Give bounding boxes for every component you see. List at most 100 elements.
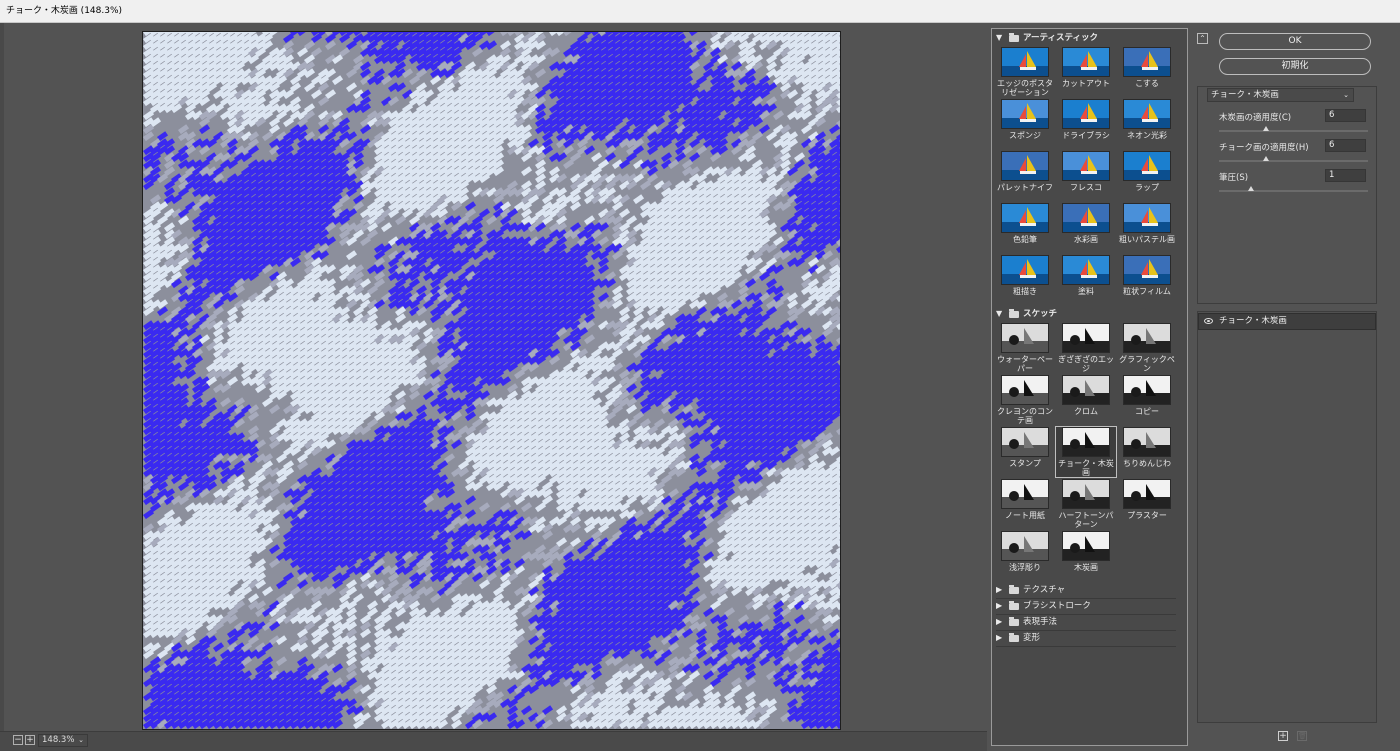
filter-thumb[interactable]: スポンジ	[995, 99, 1055, 140]
zoom-value-text: 148.3%	[42, 735, 75, 745]
delete-effect-layer-button[interactable]: 🗑	[1297, 731, 1307, 741]
filter-thumb[interactable]: こする	[1117, 47, 1177, 88]
filter-thumb[interactable]: パレットナイフ	[995, 151, 1055, 192]
sailboat-thumbnail-icon	[1062, 255, 1110, 285]
filter-thumb-label: 粗いパステル画	[1119, 235, 1175, 244]
effect-layers-panel	[1197, 311, 1377, 723]
category-4[interactable]: ▶ 表現手法	[992, 615, 1177, 629]
sailboat-thumbnail-icon	[1001, 255, 1049, 285]
category-5[interactable]: ▶ 変形	[992, 631, 1177, 645]
chalk-area-slider[interactable]	[1219, 156, 1368, 162]
filter-thumb[interactable]: 水彩画	[1056, 203, 1116, 244]
eye-icon[interactable]	[1204, 318, 1213, 324]
filter-gallery[interactable]: ▼ アーティスティックエッジのポスタリゼーション カットアウト こするスポンジ ドライブ…	[991, 28, 1188, 746]
triangle-right-icon: ▶	[996, 633, 1003, 642]
charcoal-area-slider[interactable]	[1219, 126, 1368, 132]
filter-thumb[interactable]: ラップ	[1117, 151, 1177, 192]
zoom-in-button[interactable]: +	[25, 735, 35, 745]
category-1[interactable]: ▼ スケッチ	[992, 307, 1177, 321]
zoom-out-button[interactable]: −	[13, 735, 23, 745]
filter-thumb[interactable]: ドライブラシ	[1056, 99, 1116, 140]
category-label: スケッチ	[1023, 309, 1058, 319]
category-0[interactable]: ▼ アーティスティック	[992, 31, 1177, 45]
filter-thumb[interactable]: クレヨンのコンテ画	[995, 375, 1055, 425]
collapse-gallery-button[interactable]: ⌃	[1197, 33, 1208, 44]
filter-thumb-label: ぎざぎざのエッジ	[1058, 355, 1114, 373]
filter-thumb[interactable]: ぎざぎざのエッジ	[1056, 323, 1116, 373]
stroke-pressure-label: 筆圧(S)	[1219, 173, 1249, 183]
filter-select[interactable]: チョーク・木炭画 ⌄	[1207, 88, 1354, 102]
sailboat-thumbnail-icon	[1001, 479, 1049, 509]
effect-layer-row[interactable]: チョーク・木炭画	[1198, 313, 1376, 330]
folder-icon	[1009, 309, 1019, 318]
filter-thumb[interactable]: ハーフトーンパターン	[1056, 479, 1116, 529]
filter-thumb-label: プラスター	[1127, 511, 1167, 520]
zoom-select[interactable]: 148.3% ⌄	[38, 734, 88, 747]
filter-thumb-label: ノート用紙	[1005, 511, 1045, 520]
sailboat-thumbnail-icon	[1001, 151, 1049, 181]
sailboat-thumbnail-icon	[1001, 323, 1049, 353]
slider-thumb[interactable]	[1263, 156, 1269, 161]
sailboat-thumbnail-icon	[1062, 531, 1110, 561]
filter-thumb-label: ウォーターペーパー	[997, 355, 1053, 373]
filter-thumb[interactable]: コピー	[1117, 375, 1177, 416]
sailboat-thumbnail-icon	[1062, 47, 1110, 77]
filter-thumb[interactable]: ネオン光彩	[1117, 99, 1177, 140]
filter-thumb[interactable]: フレスコ	[1056, 151, 1116, 192]
ok-button[interactable]: OK	[1219, 33, 1371, 50]
filter-thumb[interactable]: 粗描き	[995, 255, 1055, 296]
filter-thumb-label: グラフィックペン	[1119, 355, 1175, 373]
filter-thumb[interactable]: カットアウト	[1056, 47, 1116, 88]
charcoal-area-input[interactable]: 6	[1325, 109, 1366, 122]
sailboat-thumbnail-icon	[1123, 47, 1171, 77]
filter-thumb[interactable]: 色鉛筆	[995, 203, 1055, 244]
filter-thumb[interactable]: スタンプ	[995, 427, 1055, 468]
filter-thumb-label: ハーフトーンパターン	[1058, 511, 1114, 529]
filter-thumb[interactable]: グラフィックペン	[1117, 323, 1177, 373]
triangle-right-icon: ▶	[996, 617, 1003, 626]
sailboat-thumbnail-icon	[1062, 427, 1110, 457]
filter-thumb[interactable]: ノート用紙	[995, 479, 1055, 520]
stroke-pressure-slider[interactable]	[1219, 186, 1368, 192]
filter-thumb[interactable]: クロム	[1056, 375, 1116, 416]
filter-thumb-label: 粒状フィルム	[1123, 287, 1171, 296]
filter-thumb[interactable]: 粗いパステル画	[1117, 203, 1177, 244]
filter-thumb-label: エッジのポスタリゼーション	[997, 79, 1053, 97]
filter-thumb[interactable]: ちりめんじわ	[1117, 427, 1177, 468]
filter-thumb[interactable]: チョーク・木炭画	[1055, 426, 1117, 478]
category-label: 表現手法	[1023, 617, 1058, 627]
filter-thumb-label: カットアウト	[1062, 79, 1110, 88]
filter-thumb[interactable]: 塗料	[1056, 255, 1116, 296]
category-label: 変形	[1023, 633, 1041, 643]
filter-thumb-label: 塗料	[1078, 287, 1094, 296]
category-2[interactable]: ▶ テクスチャ	[992, 583, 1177, 597]
category-divider	[996, 646, 1176, 647]
filter-select-value: チョーク・木炭画	[1211, 90, 1279, 100]
category-3[interactable]: ▶ ブラシストローク	[992, 599, 1177, 613]
filter-thumb[interactable]: ウォーターペーパー	[995, 323, 1055, 373]
preview-canvas[interactable]	[142, 31, 841, 730]
filter-thumb-label: クレヨンのコンテ画	[997, 407, 1053, 425]
filter-thumb[interactable]: エッジのポスタリゼーション	[995, 47, 1055, 97]
filter-thumb[interactable]: 浅浮彫り	[995, 531, 1055, 572]
filter-thumb-label: コピー	[1135, 407, 1159, 416]
folder-icon	[1009, 601, 1019, 610]
window-title: チョーク・木炭画 (148.3%)	[6, 6, 123, 16]
slider-thumb[interactable]	[1248, 186, 1254, 191]
filter-thumb[interactable]: プラスター	[1117, 479, 1177, 520]
charcoal-area-label: 木炭画の適用度(C)	[1219, 113, 1292, 123]
chalk-area-label: チョーク画の適用度(H)	[1219, 143, 1309, 153]
new-effect-layer-button[interactable]: +	[1278, 731, 1288, 741]
slider-thumb[interactable]	[1263, 126, 1269, 131]
sailboat-thumbnail-icon	[1001, 47, 1049, 77]
filter-thumb-label: フレスコ	[1070, 183, 1102, 192]
stroke-pressure-input[interactable]: 1	[1325, 169, 1366, 182]
chalk-area-input[interactable]: 6	[1325, 139, 1366, 152]
sailboat-thumbnail-icon	[1062, 203, 1110, 233]
left-edge-handle[interactable]	[0, 23, 4, 731]
reset-button[interactable]: 初期化	[1219, 58, 1371, 75]
filter-thumb[interactable]: 粒状フィルム	[1117, 255, 1177, 296]
filter-thumb[interactable]: 木炭画	[1056, 531, 1116, 572]
sailboat-thumbnail-icon	[1062, 479, 1110, 509]
status-bar: − + 148.3% ⌄	[0, 731, 987, 751]
